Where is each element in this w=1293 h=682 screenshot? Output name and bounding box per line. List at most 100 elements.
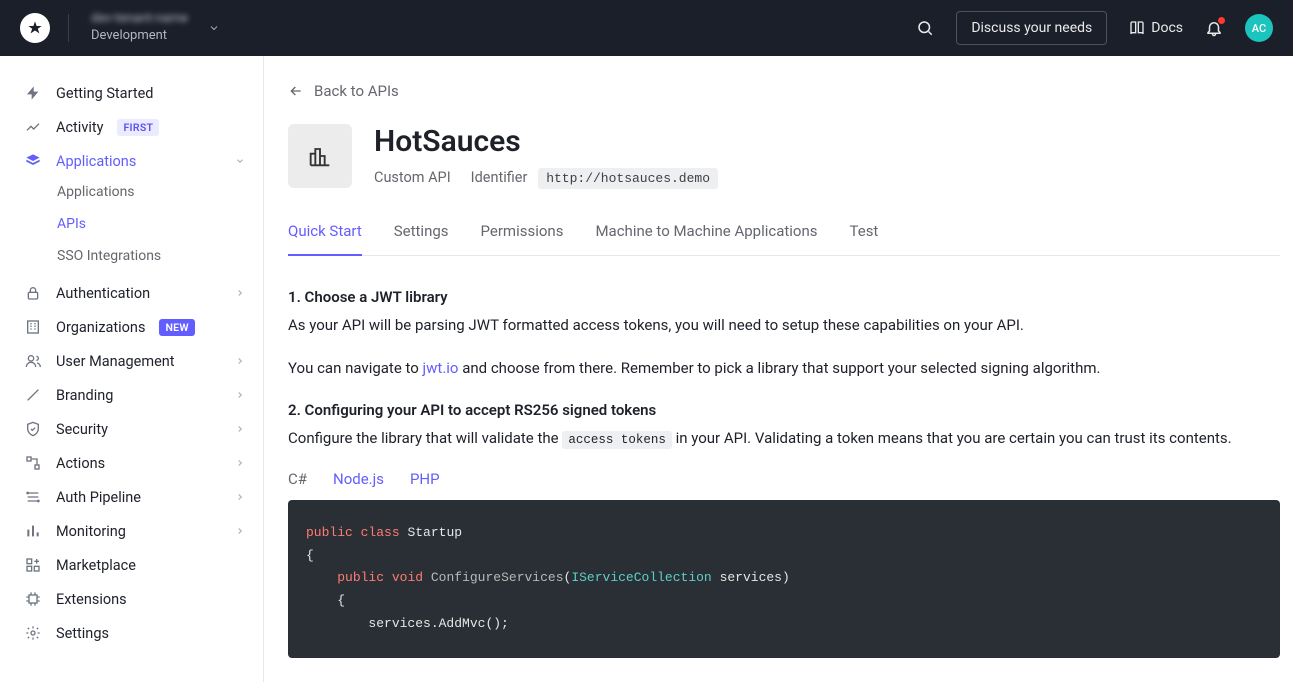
sidebar-item-label: Monitoring (56, 523, 126, 540)
sidebar-item-authentication[interactable]: Authentication (0, 276, 263, 310)
sidebar-item-security[interactable]: Security (0, 412, 263, 446)
sidebar-sub-applications[interactable]: Applications (57, 178, 263, 206)
code-sample: public class Startup { public void Confi… (288, 500, 1280, 658)
sidebar-item-label: Authentication (56, 285, 150, 302)
gear-icon (24, 624, 42, 642)
badge-new: NEW (159, 319, 194, 336)
activity-icon (24, 118, 42, 136)
main-content: Back to APIs HotSauces Custom API Identi… (264, 56, 1293, 682)
identifier-label: Identifier (471, 169, 528, 186)
discuss-needs-button[interactable]: Discuss your needs (956, 11, 1107, 45)
chevron-down-icon (208, 22, 220, 34)
section2-heading: 2. Configuring your API to accept RS256 … (288, 401, 1284, 419)
sidebar-item-label: Branding (56, 387, 113, 404)
users-icon (24, 352, 42, 370)
lock-icon (24, 284, 42, 302)
tenant-switcher[interactable]: dev-tenant-name Development (91, 11, 188, 45)
api-tabs: Quick Start Settings Permissions Machine… (288, 222, 1280, 256)
sidebar-item-label: Actions (56, 455, 105, 472)
sidebar-item-label: Organizations (56, 319, 145, 336)
tab-m2m[interactable]: Machine to Machine Applications (595, 222, 817, 255)
identifier-value: http://hotsauces.demo (538, 168, 718, 189)
tab-permissions[interactable]: Permissions (481, 222, 564, 255)
tab-test[interactable]: Test (850, 222, 879, 255)
api-icon (288, 124, 352, 188)
section1-p1: As your API will be parsing JWT formatte… (288, 314, 1284, 337)
sidebar-item-label: Auth Pipeline (56, 489, 141, 506)
sidebar-item-branding[interactable]: Branding (0, 378, 263, 412)
docs-label: Docs (1151, 20, 1183, 36)
chip-icon (24, 590, 42, 608)
back-to-apis-link[interactable]: Back to APIs (288, 82, 1284, 100)
notifications-button[interactable] (1205, 19, 1223, 37)
back-label: Back to APIs (314, 82, 399, 100)
building-icon (24, 318, 42, 336)
sidebar-item-label: Extensions (56, 591, 127, 608)
sidebar-item-applications[interactable]: Applications (0, 144, 263, 178)
book-icon (1129, 20, 1145, 36)
sidebar-item-label: Activity (56, 119, 103, 136)
sidebar-item-settings[interactable]: Settings (0, 616, 263, 650)
arrow-left-icon (288, 83, 304, 99)
tab-quick-start[interactable]: Quick Start (288, 222, 362, 256)
lang-tab-nodejs[interactable]: Node.js (333, 470, 384, 488)
flow-icon (24, 454, 42, 472)
sidebar-item-label: Marketplace (56, 557, 136, 574)
section2-p: Configure the library that will validate… (288, 427, 1284, 450)
chevron-right-icon (235, 492, 245, 502)
sidebar-item-label: Applications (56, 153, 136, 170)
sidebar-item-actions[interactable]: Actions (0, 446, 263, 480)
sidebar-item-auth-pipeline[interactable]: Auth Pipeline (0, 480, 263, 514)
sidebar-item-label: Security (56, 421, 108, 438)
sidebar-sub-sso[interactable]: SSO Integrations (57, 242, 263, 270)
tab-settings[interactable]: Settings (394, 222, 449, 255)
sidebar-item-user-management[interactable]: User Management (0, 344, 263, 378)
chart-bar-icon (24, 522, 42, 540)
section1-heading: 1. Choose a JWT library (288, 288, 1284, 306)
sidebar-item-label: User Management (56, 353, 175, 370)
brush-icon (24, 386, 42, 404)
api-subtitle: Custom API (374, 169, 451, 186)
sidebar-item-marketplace[interactable]: Marketplace (0, 548, 263, 582)
grid-plus-icon (24, 556, 42, 574)
sidebar-item-activity[interactable]: Activity FIRST (0, 110, 263, 144)
avatar[interactable]: AC (1245, 14, 1273, 42)
page-title: HotSauces (374, 124, 718, 159)
sidebar-item-extensions[interactable]: Extensions (0, 582, 263, 616)
tenant-name: dev-tenant-name (91, 11, 188, 28)
chevron-right-icon (235, 288, 245, 298)
shield-icon (24, 420, 42, 438)
chevron-right-icon (235, 390, 245, 400)
sidebar-submenu-applications: Applications APIs SSO Integrations (0, 178, 263, 270)
layers-icon (24, 152, 42, 170)
badge-first: FIRST (117, 119, 159, 136)
jwt-io-link[interactable]: jwt.io (423, 359, 459, 377)
star-icon (27, 20, 43, 36)
lang-tab-csharp[interactable]: C# (288, 470, 307, 488)
docs-link[interactable]: Docs (1129, 20, 1183, 36)
sidebar: Getting Started Activity FIRST Applicati… (0, 56, 264, 682)
bolt-icon (24, 84, 42, 102)
topbar-divider (68, 14, 69, 42)
sidebar-sub-apis[interactable]: APIs (57, 210, 263, 238)
sidebar-item-getting-started[interactable]: Getting Started (0, 76, 263, 110)
search-button[interactable] (916, 19, 934, 37)
brand-logo[interactable] (20, 13, 50, 43)
chevron-right-icon (235, 526, 245, 536)
notification-dot (1218, 17, 1225, 24)
blocks-icon (306, 142, 334, 170)
access-tokens-code: access tokens (562, 431, 672, 449)
sidebar-item-monitoring[interactable]: Monitoring (0, 514, 263, 548)
chevron-right-icon (235, 458, 245, 468)
pipeline-icon (24, 488, 42, 506)
sidebar-item-label: Settings (56, 625, 109, 642)
topbar: dev-tenant-name Development Discuss your… (0, 0, 1293, 56)
lang-tab-php[interactable]: PHP (410, 470, 440, 488)
sidebar-item-label: Getting Started (56, 85, 153, 102)
language-tabs: C# Node.js PHP (288, 470, 1284, 488)
search-icon (916, 19, 934, 37)
chevron-right-icon (235, 356, 245, 366)
chevron-right-icon (235, 424, 245, 434)
sidebar-item-organizations[interactable]: Organizations NEW (0, 310, 263, 344)
section1-p2: You can navigate to jwt.io and choose fr… (288, 357, 1284, 380)
